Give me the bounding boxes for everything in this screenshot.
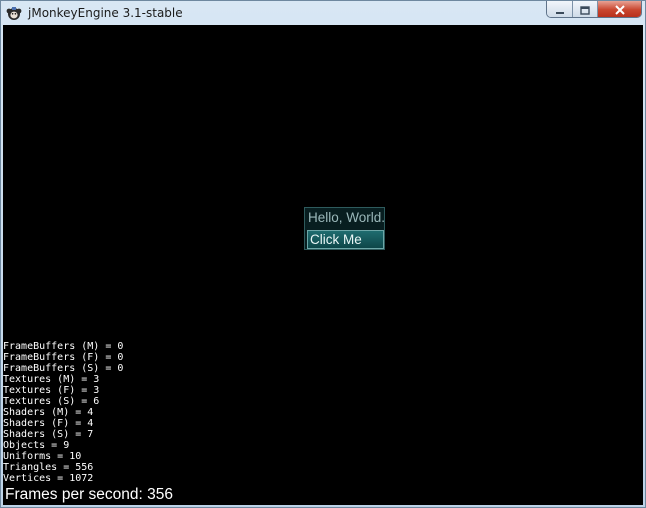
stat-framebuffers-m: FrameBuffers (M) = 0 (3, 341, 124, 352)
stat-shaders-s: Shaders (S) = 7 (3, 429, 94, 440)
stat-objects: Objects = 9 (3, 440, 70, 451)
stat-shaders-m: Shaders (M) = 4 (3, 407, 94, 418)
render-viewport[interactable]: Hello, World. Click Me FrameBuffers (M) … (3, 25, 643, 505)
close-button[interactable] (598, 1, 641, 17)
stat-uniforms: Uniforms = 10 (3, 451, 82, 462)
stat-triangles: Triangles = 556 (3, 462, 94, 473)
minimize-icon (555, 1, 565, 17)
stat-shaders-f: Shaders (F) = 4 (3, 418, 94, 429)
maximize-button[interactable] (573, 1, 598, 17)
stat-framebuffers-s: FrameBuffers (S) = 0 (3, 363, 124, 374)
window-title: jMonkeyEngine 3.1-stable (28, 5, 183, 20)
stat-vertices: Vertices = 1072 (3, 473, 94, 484)
title-bar[interactable]: jMonkeyEngine 3.1-stable (1, 1, 645, 24)
maximize-icon (580, 1, 590, 17)
stat-textures-s: Textures (S) = 6 (3, 396, 100, 407)
minimize-button[interactable] (547, 1, 573, 17)
stat-textures-f: Textures (F) = 3 (3, 385, 100, 396)
fps-counter: Frames per second: 356 (5, 486, 174, 503)
click-me-button[interactable]: Click Me (307, 230, 384, 249)
window-controls (546, 1, 642, 18)
jmonkey-app-icon[interactable] (6, 5, 22, 21)
app-window: jMonkeyEngine 3.1-stable Hello, World. C… (0, 0, 646, 508)
hello-label: Hello, World. (308, 210, 386, 225)
close-icon (614, 1, 626, 17)
stat-framebuffers-f: FrameBuffers (F) = 0 (3, 352, 124, 363)
stat-textures-m: Textures (M) = 3 (3, 374, 100, 385)
gui-panel: Hello, World. Click Me (304, 207, 385, 250)
stats-list: FrameBuffers (M) = 0 FrameBuffers (F) = … (3, 341, 123, 484)
